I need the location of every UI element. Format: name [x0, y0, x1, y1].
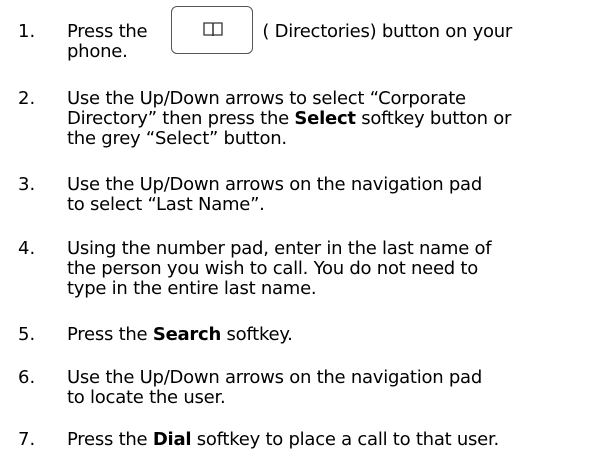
- step-line: Press the ( Directories) button on your: [67, 22, 607, 42]
- step-text: Use the Up/Down arrows to select “Corpor…: [67, 89, 607, 149]
- step-line: to select “Last Name”.: [67, 194, 265, 215]
- directories-button[interactable]: [171, 6, 253, 54]
- step-line: the person you wish to call. You do not …: [67, 258, 479, 279]
- step-number: 7.: [18, 429, 36, 450]
- step-number: 2.: [18, 88, 36, 109]
- step-text-post: ( Directories) button on your: [262, 21, 513, 42]
- search-softkey-label: Search: [152, 324, 222, 345]
- step-line: Using the number pad, enter in the last …: [67, 238, 492, 259]
- step-line: Press the Search softkey.: [67, 324, 293, 345]
- step-text: Press the Dial softkey to place a call t…: [67, 430, 607, 450]
- step-text-pre: Press the: [67, 21, 148, 42]
- step-line: Directory” then press the Select softkey…: [67, 108, 512, 129]
- book-icon: [203, 22, 223, 37]
- step-text: Using the number pad, enter in the last …: [67, 239, 607, 299]
- step-text: Use the Up/Down arrows on the navigation…: [67, 175, 607, 215]
- step-line: Use the Up/Down arrows on the navigation…: [67, 367, 482, 388]
- step-text: Press the ( Directories) button on your …: [67, 22, 607, 62]
- select-softkey-label: Select: [294, 108, 356, 129]
- step-text: Use the Up/Down arrows on the navigation…: [67, 368, 607, 408]
- step-number: 5.: [18, 324, 36, 345]
- step-line: phone.: [67, 41, 128, 62]
- step-number: 6.: [18, 367, 36, 388]
- step-line: the grey “Select” button.: [67, 128, 287, 149]
- dial-softkey-label: Dial: [152, 429, 192, 450]
- step-number: 3.: [18, 174, 36, 195]
- step-line: type in the entire last name.: [67, 278, 317, 299]
- step-number: 1.: [18, 21, 36, 42]
- step-text: Press the Search softkey.: [67, 325, 607, 345]
- step-line: Use the Up/Down arrows on the navigation…: [67, 174, 482, 195]
- step-number: 4.: [18, 238, 36, 259]
- step-line: Press the Dial softkey to place a call t…: [67, 429, 499, 450]
- step-line: to locate the user.: [67, 387, 226, 408]
- step-line: Use the Up/Down arrows to select “Corpor…: [67, 88, 466, 109]
